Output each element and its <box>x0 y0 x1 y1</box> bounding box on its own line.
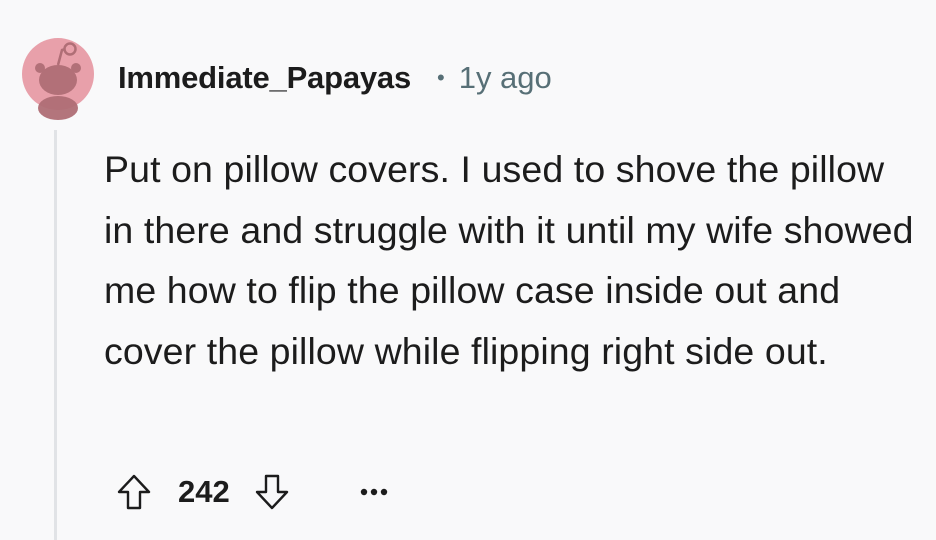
more-options-button[interactable] <box>354 472 394 512</box>
username-link[interactable]: Immediate_Papayas <box>118 60 411 96</box>
thread-line[interactable] <box>54 130 57 540</box>
user-avatar[interactable] <box>22 28 94 120</box>
arrow-up-icon <box>117 474 151 510</box>
meta-separator: • <box>437 65 445 90</box>
snoo-avatar-icon <box>22 38 94 120</box>
vote-score: 242 <box>178 474 230 509</box>
more-horizontal-icon <box>360 488 387 496</box>
comment: Immediate_Papayas • 1y ago Put on pillow… <box>0 0 936 540</box>
comment-text: Put on pillow covers. I used to shove th… <box>104 148 914 372</box>
upvote-button[interactable] <box>112 468 156 516</box>
arrow-down-icon <box>255 474 288 510</box>
comment-body: Put on pillow covers. I used to shove th… <box>104 139 914 381</box>
comment-actions: 242 <box>112 466 394 518</box>
downvote-button[interactable] <box>250 468 294 516</box>
timestamp[interactable]: 1y ago <box>459 60 552 96</box>
comment-header: Immediate_Papayas • 1y ago <box>118 56 552 100</box>
